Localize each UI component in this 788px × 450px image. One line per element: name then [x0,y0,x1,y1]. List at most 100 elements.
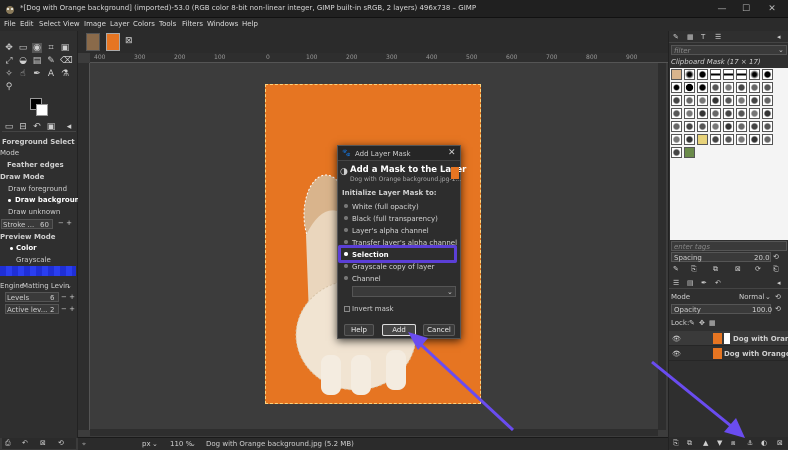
brush-item[interactable] [723,134,734,145]
chevron-down-icon[interactable]: ⌄ [778,46,784,54]
delete-brush-icon[interactable]: ⊠ [735,265,741,273]
device-status-icon[interactable]: ⊟ [18,122,28,132]
spacing-reset-icon[interactable]: ⟲ [773,253,779,261]
maximize-button[interactable]: ☐ [736,2,756,16]
stroke-stepper[interactable]: − + [58,219,72,227]
edit-brush-icon[interactable]: ✎ [673,265,679,273]
brush-item[interactable] [710,134,721,145]
feather-edges-checkbox[interactable]: Feather edges [7,161,64,169]
preview-grayscale-radio[interactable]: Grayscale [16,256,51,264]
chevron-down-icon[interactable]: ⌄ [765,293,771,301]
zoom-icon[interactable]: ⚲ [4,82,14,92]
refresh-brush-icon[interactable]: ⟳ [755,265,761,273]
text-tool-icon[interactable]: A [46,69,56,79]
dock-menu-icon[interactable]: ◂ [64,122,74,132]
brush-item[interactable] [736,134,747,145]
path-icon[interactable]: ✒ [32,69,42,79]
brush-item[interactable] [697,69,708,80]
option-alpha[interactable]: Layer's alpha channel [344,227,429,235]
option-black[interactable]: Black (full transparency) [344,215,438,223]
brush-item[interactable] [749,95,760,106]
brush-item[interactable] [762,95,773,106]
transform-icon[interactable]: ▣ [60,43,70,53]
brush-filter-input[interactable]: filter ⌄ [671,45,787,55]
draw-foreground-radio[interactable]: Draw foreground [8,185,67,193]
zoom-select[interactable]: 110 % [170,440,192,448]
tool-options-tab-icon[interactable]: ▭ [4,122,14,132]
document-tab-icon[interactable]: ☰ [715,33,721,41]
engine-value[interactable]: Matting Levin [22,282,69,290]
images-tab-icon[interactable]: ▣ [46,122,56,132]
draw-background-radio[interactable]: Draw background [15,196,85,204]
brush-item[interactable] [684,82,695,93]
draw-unknown-radio[interactable]: Draw unknown [8,208,60,216]
brush-item[interactable] [762,121,773,132]
brush-item[interactable] [684,134,695,145]
paintbrush-icon[interactable]: ✎ [46,56,56,66]
active-levels-stepper[interactable]: − + [61,305,75,313]
menu-edit[interactable]: Edit [20,20,34,28]
menu-image[interactable]: Image [84,20,106,28]
brush-item[interactable] [762,69,773,80]
undo-history-icon[interactable]: ↶ [32,122,42,132]
background-color[interactable] [36,104,48,116]
opacity-stepper[interactable]: ⟲ [775,305,781,313]
open-brush-icon[interactable]: ⎗ [773,265,779,274]
dock-menu-icon[interactable]: ◂ [777,279,781,287]
chevron-down-icon[interactable]: ⌄ [152,440,158,448]
brush-item[interactable] [710,82,721,93]
spacing-field[interactable]: Spacing 20.0 [671,252,771,262]
brush-item[interactable] [749,121,760,132]
active-levels-field[interactable]: Active lev... 2 [5,304,59,314]
brush-item[interactable] [671,95,682,106]
brush-item[interactable] [723,82,734,93]
duplicate-brush-icon[interactable]: ⧉ [713,265,718,274]
menu-tools[interactable]: Tools [159,20,176,28]
brush-item[interactable] [710,95,721,106]
brush-item[interactable] [723,69,734,80]
close-window-button[interactable]: ✕ [762,2,782,16]
brush-item[interactable] [697,134,708,145]
brush-item[interactable] [762,134,773,145]
mode-reset-icon[interactable]: ⟲ [775,293,781,301]
unit-select[interactable]: px [142,440,151,448]
gradient-icon[interactable]: ▤ [32,56,42,66]
crop-icon[interactable]: ⌗ [46,43,56,53]
brush-item[interactable] [671,82,682,93]
warp-icon[interactable]: ⤢ [4,56,14,66]
brush-item[interactable] [697,108,708,119]
fg-select-icon[interactable]: ◉ [32,43,42,53]
layer-mode-select[interactable]: Normal [739,293,764,301]
option-white[interactable]: White (full opacity) [344,203,419,211]
brush-item[interactable] [736,121,747,132]
move-tool-icon[interactable]: ✥ [4,43,14,53]
brush-item[interactable] [723,121,734,132]
brush-item[interactable] [749,69,760,80]
font-tab-icon[interactable]: T [701,33,705,41]
menu-layer[interactable]: Layer [110,20,130,28]
menu-windows[interactable]: Windows [207,20,238,28]
chevron-down-icon[interactable]: ⌄ [190,440,196,448]
reset-icon[interactable]: ⟲ [58,439,64,447]
chevron-down-icon[interactable]: ⌄ [447,288,453,296]
levels-field[interactable]: Levels 6 [5,292,59,302]
help-button[interactable]: Help [344,324,374,336]
brush-item[interactable] [671,121,682,132]
restore-preset-icon[interactable]: ↶ [22,439,28,447]
close-tab-icon[interactable]: ⊠ [125,36,133,46]
smudge-icon[interactable]: ☝ [18,69,28,79]
pattern-tab-icon[interactable]: ▦ [687,33,694,41]
rect-select-icon[interactable]: ▭ [18,43,28,53]
brush-item[interactable] [671,69,682,80]
brush-item[interactable] [736,82,747,93]
brush-item[interactable] [710,69,721,80]
clone-icon[interactable]: ✧ [4,69,14,79]
menu-select[interactable]: Select [39,20,61,28]
brush-item[interactable] [710,108,721,119]
brush-item[interactable] [684,108,695,119]
new-brush-icon[interactable]: ⎘ [691,265,697,274]
brush-item[interactable] [723,95,734,106]
menu-colors[interactable]: Colors [133,20,155,28]
brush-item[interactable] [671,134,682,145]
channel-select[interactable]: ⌄ [352,286,456,297]
